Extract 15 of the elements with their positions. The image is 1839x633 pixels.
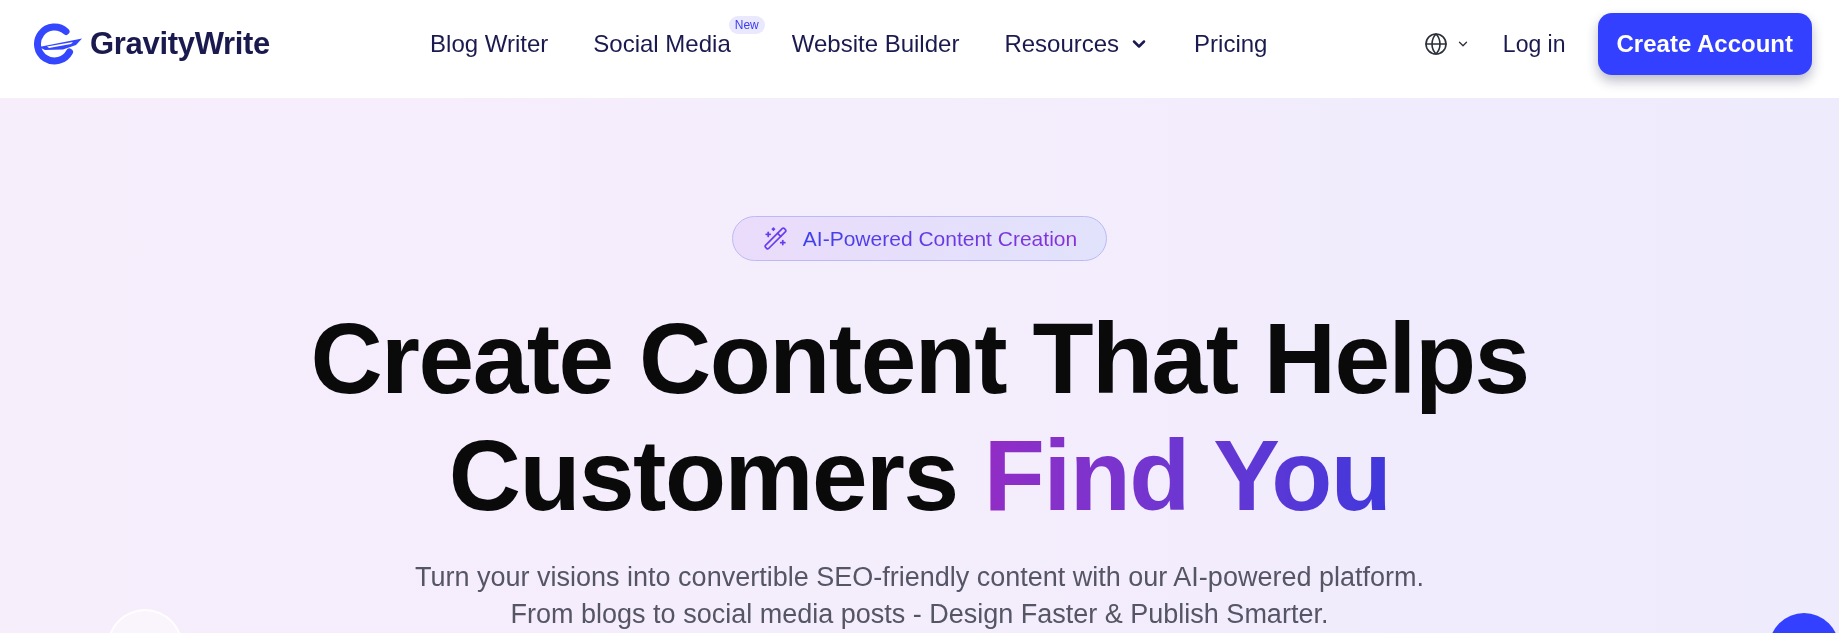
nav-link[interactable]: Website Builder — [791, 26, 960, 62]
logo-icon — [33, 23, 83, 65]
hero-headline: Create Content That Helps Customers Find You — [309, 301, 1530, 533]
logo-link[interactable]: GravityWrite — [33, 13, 271, 75]
login-link[interactable]: Log in — [1502, 26, 1566, 62]
nav-link[interactable]: Blog Writer — [430, 26, 549, 62]
nav-link[interactable]: Social Media — [593, 26, 731, 62]
new-badge: New — [728, 16, 765, 34]
hero-subtitle: Turn your visions into convertible SEO-friendly content with our AI-powered platform. From blogs to social media posts - Design Faster & Publish Smarter. — [415, 561, 1424, 631]
create-account-button[interactable]: Create Account — [1597, 13, 1812, 75]
nav-link[interactable]: Resources — [1004, 26, 1150, 62]
globe-icon — [1423, 32, 1448, 56]
nav-link[interactable]: Pricing — [1194, 26, 1268, 62]
wand-sparkles-icon — [762, 226, 788, 251]
language-button[interactable] — [1423, 32, 1470, 56]
